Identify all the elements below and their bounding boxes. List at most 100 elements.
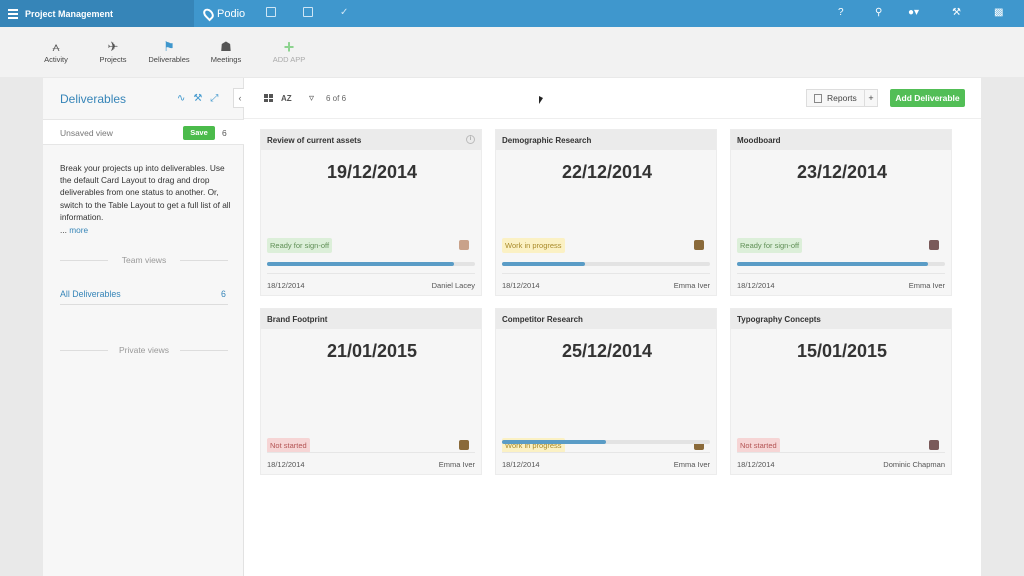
- sidebar-tools: ∿⚒⤢: [177, 93, 226, 104]
- user-icon[interactable]: ●▾: [908, 7, 919, 18]
- app-label: Deliverables: [148, 55, 190, 64]
- created-date: 18/12/2014: [267, 460, 305, 469]
- brand-name: Podio: [217, 7, 246, 20]
- progress-bar: [267, 262, 475, 266]
- calendar-view-icon[interactable]: [303, 7, 313, 17]
- status-badge: Work in progress: [502, 238, 565, 253]
- reports-label: Reports: [827, 93, 857, 103]
- deliverable-card[interactable]: Competitor Research 25/12/2014 Work in pro…: [495, 308, 717, 475]
- avatar: [694, 240, 704, 250]
- created-date: 18/12/2014: [737, 460, 775, 469]
- top-bar: Project Management Podio ✓ ? ⚲ ●▾ ⚒ ▩: [0, 0, 1024, 27]
- owner-name: Emma Iver: [673, 460, 710, 469]
- app-label: Projects: [99, 55, 127, 64]
- plus-icon: +: [283, 37, 295, 57]
- card-title[interactable]: Competitor Research: [496, 309, 716, 329]
- divider: [737, 273, 945, 274]
- workspace-name: Project Management: [25, 8, 114, 19]
- deliverable-card[interactable]: Moodboard 23/12/2014 Ready for sign-off 18/…: [730, 129, 952, 296]
- reports-plus-button[interactable]: +: [864, 89, 878, 107]
- card-title-text: Moodboard: [737, 136, 781, 145]
- card-title[interactable]: Moodboard: [731, 130, 951, 150]
- activity-icon: ⩜: [52, 39, 60, 54]
- divider: [502, 273, 710, 274]
- search-icon[interactable]: ⚲: [875, 7, 882, 18]
- divider: [267, 452, 475, 453]
- expand-icon[interactable]: ⤢: [210, 93, 226, 104]
- deliverable-card[interactable]: Typography Concepts 15/01/2015 Not started…: [730, 308, 952, 475]
- divider: [267, 273, 475, 274]
- created-date: 18/12/2014: [737, 281, 775, 290]
- owner-name: Daniel Lacey: [431, 281, 475, 290]
- app-label: Meetings: [210, 55, 242, 64]
- progress-bar: [737, 262, 945, 266]
- created-date: 18/12/2014: [502, 460, 540, 469]
- workspace-switcher[interactable]: Project Management: [0, 0, 194, 27]
- owner-name: Dominic Chapman: [883, 460, 945, 469]
- add-deliverable-button[interactable]: Add Deliverable: [890, 89, 965, 107]
- card-title[interactable]: Typography Concepts: [731, 309, 951, 329]
- divider: [502, 452, 710, 453]
- card-title-text: Demographic Research: [502, 136, 592, 145]
- save-view-button[interactable]: Save: [183, 126, 215, 140]
- deliverable-card[interactable]: Demographic Research 22/12/2014 Work in pr…: [495, 129, 717, 296]
- card-layout-icon[interactable]: [264, 94, 273, 102]
- card-title-text: Typography Concepts: [737, 315, 821, 324]
- filter-icon[interactable]: ▿: [309, 93, 314, 104]
- card-title[interactable]: Brand Footprint: [261, 309, 481, 329]
- podio-logo-icon: [201, 6, 216, 21]
- rss-icon[interactable]: ∿: [177, 93, 193, 104]
- deadline-date: 21/01/2015: [326, 341, 418, 361]
- card-title-text: Brand Footprint: [267, 315, 328, 324]
- menu-icon[interactable]: [8, 7, 18, 21]
- more-prefix: ...: [60, 225, 67, 235]
- status-badge: Not started: [267, 438, 310, 453]
- tasks-icon[interactable]: ✓: [340, 7, 348, 18]
- chat-icon[interactable]: ▩: [994, 7, 1003, 18]
- more-link[interactable]: more: [69, 225, 88, 235]
- sidebar-title[interactable]: Deliverables: [60, 92, 126, 106]
- app-deliverables[interactable]: ⚑ Deliverables: [139, 39, 199, 64]
- deadline-date: 19/12/2014: [326, 162, 418, 182]
- info-icon[interactable]: i: [466, 135, 475, 144]
- current-view-row: Unsaved view Save 6: [43, 119, 244, 145]
- calendar-icon[interactable]: [266, 7, 276, 17]
- view-all-count: 6: [221, 289, 226, 299]
- podio-logo[interactable]: Podio: [201, 6, 246, 21]
- sidebar: Deliverables ∿⚒⤢ ‹ Unsaved view Save 6 B…: [43, 78, 247, 576]
- wrench-icon[interactable]: ⚒: [193, 93, 210, 104]
- deliverable-card[interactable]: Review of current assets i 19/12/2014 Ready…: [260, 129, 482, 296]
- help-icon[interactable]: ?: [838, 7, 844, 18]
- app-description: Break your projects up into deliverables…: [60, 163, 231, 222]
- filter-count[interactable]: 6 of 6: [326, 94, 346, 103]
- deadline-date: 15/01/2015: [796, 341, 888, 361]
- tools-icon[interactable]: ⚒: [952, 7, 961, 18]
- app-projects[interactable]: ✈ Projects: [83, 39, 143, 64]
- view-all-deliverables[interactable]: All Deliverables: [60, 289, 121, 299]
- app-label: Activity: [44, 55, 68, 64]
- add-app-button[interactable]: + ADD APP: [259, 37, 319, 64]
- divider: [244, 118, 981, 119]
- view-count: 6: [222, 128, 227, 138]
- app-activity[interactable]: ⩜ Activity: [26, 39, 86, 64]
- status-badge: Not started: [737, 438, 780, 453]
- avatar: [459, 440, 469, 450]
- status-badge: Ready for sign-off: [267, 238, 333, 253]
- sort-button[interactable]: AZ: [281, 94, 292, 103]
- card-title[interactable]: Review of current assets i: [261, 130, 481, 150]
- deliverable-card[interactable]: Brand Footprint 21/01/2015 Not started 18/1…: [260, 308, 482, 475]
- card-title[interactable]: Demographic Research: [496, 130, 716, 150]
- view-name: Unsaved view: [60, 128, 113, 138]
- rocket-icon: ✈: [107, 39, 119, 54]
- app-bar: ⩜ Activity ✈ Projects ⚑ Deliverables ☗ M…: [0, 27, 1024, 77]
- app-label: ADD APP: [272, 55, 306, 64]
- created-date: 18/12/2014: [502, 281, 540, 290]
- divider: [60, 304, 228, 305]
- mouse-cursor: [539, 96, 543, 104]
- created-date: 18/12/2014: [267, 281, 305, 290]
- progress-bar: [502, 440, 710, 444]
- deadline-date: 22/12/2014: [561, 162, 653, 182]
- reports-button[interactable]: Reports: [806, 89, 868, 107]
- app-meetings[interactable]: ☗ Meetings: [196, 39, 256, 64]
- flag-icon: ⚑: [163, 39, 175, 54]
